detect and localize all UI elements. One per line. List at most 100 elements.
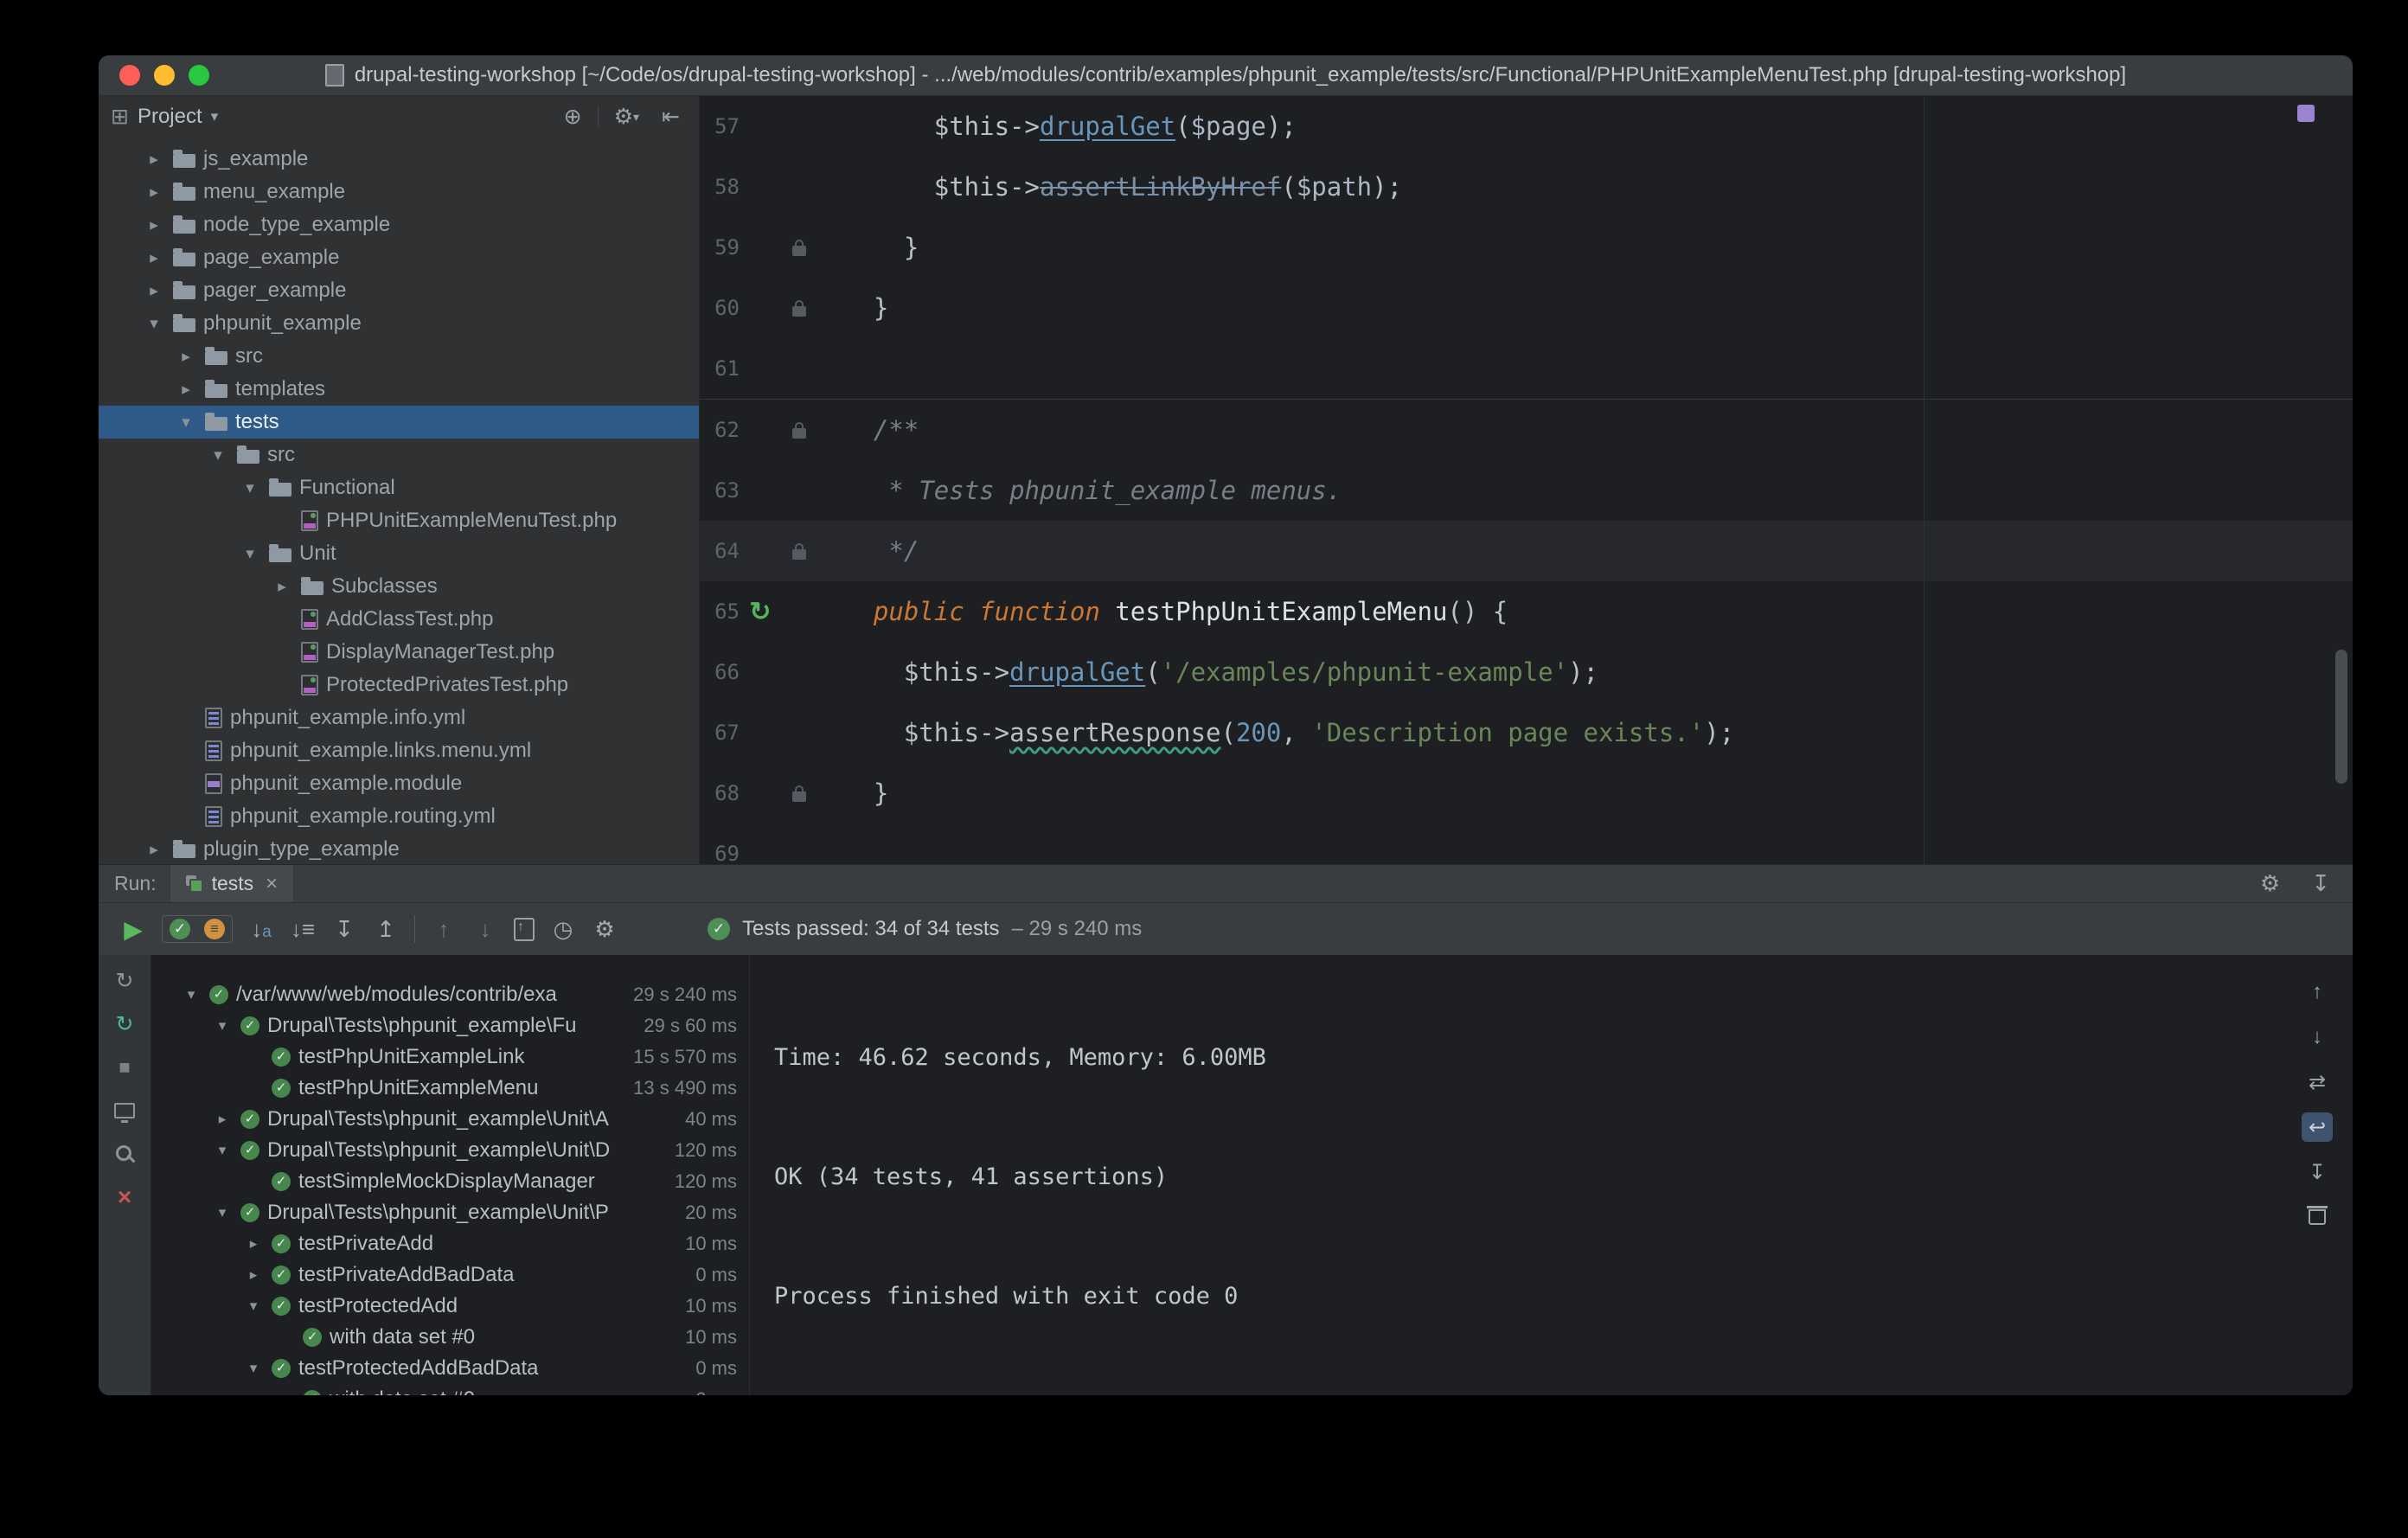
- rerun-tests-button[interactable]: ▶: [120, 915, 146, 944]
- code-line[interactable]: public function testPhpUnitExampleMenu()…: [843, 597, 1508, 626]
- rerun-icon[interactable]: ↻: [116, 969, 134, 993]
- expand-arrow-icon[interactable]: ▾: [175, 413, 197, 433]
- gear-icon[interactable]: ⚙▾: [607, 104, 646, 130]
- fold-slot[interactable]: [778, 421, 821, 439]
- expand-arrow-icon[interactable]: ▾: [212, 1204, 233, 1221]
- rerun-failed-tests-icon[interactable]: ↻: [116, 1012, 134, 1036]
- fold-marker-icon[interactable]: [792, 542, 806, 560]
- project-tree-row[interactable]: ▸ plugin_type_example: [99, 833, 699, 864]
- run-test-icon[interactable]: ↻: [749, 598, 771, 626]
- fold-marker-icon[interactable]: [792, 421, 806, 439]
- show-passed-toggle[interactable]: ✓: [170, 919, 190, 939]
- minimize-window-button[interactable]: [154, 65, 175, 86]
- project-tree-row[interactable]: ▾ tests: [99, 406, 699, 439]
- test-tree-row[interactable]: ▾ ✓ /var/www/web/modules/contrib/exa 29 s 2…: [151, 979, 749, 1010]
- expand-arrow-icon[interactable]: ▸: [143, 840, 165, 860]
- project-tree-row[interactable]: AddClassTest.php: [99, 603, 699, 636]
- expand-arrow-icon[interactable]: ▸: [143, 150, 165, 170]
- expand-arrow-icon[interactable]: ▾: [212, 1142, 233, 1159]
- down-stack-icon[interactable]: ↓: [2302, 1022, 2333, 1052]
- expand-arrow-icon[interactable]: ▸: [175, 347, 197, 367]
- run-tab-tests[interactable]: tests ×: [170, 865, 294, 902]
- test-tree-row[interactable]: ✓ testSimpleMockDisplayManager 120 ms: [151, 1166, 749, 1197]
- pin-tab-icon[interactable]: [114, 1142, 135, 1166]
- expand-arrow-icon[interactable]: ▾: [239, 478, 261, 498]
- project-tree-row[interactable]: ▾ Unit: [99, 537, 699, 570]
- project-tree-row[interactable]: ▸ Subclasses: [99, 570, 699, 603]
- close-run-panel-icon[interactable]: ×: [118, 1183, 131, 1210]
- expand-arrow-icon[interactable]: ▸: [243, 1266, 264, 1284]
- project-tree-row[interactable]: ▸ pager_example: [99, 274, 699, 307]
- fold-slot[interactable]: [778, 542, 821, 560]
- expand-arrow-icon[interactable]: ▸: [143, 215, 165, 235]
- test-tree-row[interactable]: ▾ ✓ Drupal\Tests\phpunit_example\Fu 29 s 60…: [151, 1010, 749, 1041]
- fold-slot[interactable]: [778, 239, 821, 256]
- fold-marker-icon[interactable]: [792, 299, 806, 317]
- editor-scrollbar-thumb[interactable]: [2335, 650, 2347, 784]
- expand-arrow-icon[interactable]: ▾: [243, 1360, 264, 1377]
- hide-run-panel-icon[interactable]: ↧: [2302, 870, 2339, 897]
- close-tab-icon[interactable]: ×: [266, 872, 278, 896]
- expand-all-button[interactable]: ↧: [331, 916, 357, 943]
- expand-arrow-icon[interactable]: ▸: [243, 1235, 264, 1253]
- editor[interactable]: 57 $this->drupalGet($page); 58 $this->ass…: [700, 96, 2353, 864]
- code-line[interactable]: }: [843, 233, 919, 262]
- scroll-to-end-icon[interactable]: ↧: [2302, 1157, 2333, 1187]
- project-tree-row[interactable]: ▾ phpunit_example: [99, 307, 699, 340]
- test-tree-row[interactable]: ✓ with data set #0 10 ms: [151, 1322, 749, 1353]
- expand-arrow-icon[interactable]: ▸: [175, 380, 197, 400]
- project-tree-row[interactable]: ▾ src: [99, 439, 699, 471]
- fold-slot[interactable]: [778, 299, 821, 317]
- test-history-button[interactable]: ◷: [550, 916, 576, 943]
- expand-arrow-icon[interactable]: ▾: [207, 445, 229, 465]
- code-line[interactable]: $this->assertResponse(200, 'Description …: [843, 718, 1734, 747]
- soft-wrap-icon[interactable]: ↩: [2302, 1112, 2333, 1142]
- fold-marker-icon[interactable]: [792, 785, 806, 802]
- test-tree-row[interactable]: ▸ ✓ Drupal\Tests\phpunit_example\Unit\A 40 …: [151, 1104, 749, 1135]
- expand-arrow-icon[interactable]: ▾: [212, 1017, 233, 1035]
- code-line[interactable]: $this->drupalGet($page);: [843, 112, 1297, 141]
- close-window-button[interactable]: [119, 65, 140, 86]
- zoom-window-button[interactable]: [189, 65, 209, 86]
- run-settings-gear-icon[interactable]: ⚙: [2251, 870, 2289, 897]
- project-tree-row[interactable]: ▸ menu_example: [99, 176, 699, 208]
- previous-failed-test-button[interactable]: ↑: [431, 916, 457, 943]
- expand-arrow-icon[interactable]: ▸: [143, 281, 165, 301]
- code-line[interactable]: */: [843, 536, 919, 566]
- expand-arrow-icon[interactable]: ▾: [239, 544, 261, 564]
- code-line[interactable]: $this->drupalGet('/examples/phpunit-exam…: [843, 657, 1598, 687]
- test-tree-row[interactable]: ✓ with data set #0 0 ms: [151, 1384, 749, 1395]
- code-line[interactable]: * Tests phpunit_example menus.: [843, 476, 1342, 505]
- test-tree-row[interactable]: ▾ ✓ Drupal\Tests\phpunit_example\Unit\P 20 …: [151, 1197, 749, 1228]
- run-test-gutter-slot[interactable]: ↻: [743, 597, 778, 627]
- hide-panel-icon[interactable]: ⇤: [655, 104, 687, 130]
- console-output[interactable]: Time: 46.62 seconds, Memory: 6.00MB OK (…: [750, 955, 2353, 1317]
- show-ignored-toggle[interactable]: ≡: [204, 919, 225, 939]
- expand-arrow-icon[interactable]: ▸: [143, 248, 165, 268]
- swap-output-icon[interactable]: ⇄: [2302, 1067, 2333, 1097]
- fold-marker-icon[interactable]: [792, 239, 806, 256]
- test-tree-row[interactable]: ▸ ✓ testPrivateAddBadData 0 ms: [151, 1259, 749, 1291]
- code-line[interactable]: }: [843, 293, 888, 323]
- test-tree-row[interactable]: ▾ ✓ testProtectedAddBadData 0 ms: [151, 1353, 749, 1384]
- fold-slot[interactable]: [778, 785, 821, 802]
- expand-arrow-icon[interactable]: ▸: [212, 1111, 233, 1128]
- toolbar-gear-icon[interactable]: ⚙: [592, 916, 618, 943]
- project-tree-row[interactable]: phpunit_example.module: [99, 767, 699, 800]
- import-test-results-button[interactable]: [514, 917, 535, 941]
- sort-by-duration-button[interactable]: ↓≡: [290, 916, 316, 943]
- error-stripe-mark[interactable]: [2297, 105, 2315, 122]
- test-tree-row[interactable]: ▾ ✓ testProtectedAdd 10 ms: [151, 1291, 749, 1322]
- test-tree-row[interactable]: ✓ testPhpUnitExampleLink 15 s 570 ms: [151, 1041, 749, 1073]
- project-tree-row[interactable]: ▸ node_type_example: [99, 208, 699, 241]
- project-header-title[interactable]: Project: [138, 105, 202, 129]
- test-tree-row[interactable]: ✓ testPhpUnitExampleMenu 13 s 490 ms: [151, 1073, 749, 1104]
- code-line[interactable]: }: [843, 779, 888, 808]
- collapse-all-button[interactable]: ↥: [373, 916, 399, 943]
- project-tree-row[interactable]: ▸ page_example: [99, 241, 699, 274]
- project-tree-row[interactable]: ▾ Functional: [99, 471, 699, 504]
- project-tree-row[interactable]: DisplayManagerTest.php: [99, 636, 699, 669]
- code-line[interactable]: $this->assertLinkByHref($path);: [843, 172, 1402, 202]
- sort-alphabetically-button[interactable]: ↓a: [248, 916, 274, 943]
- expand-arrow-icon[interactable]: ▾: [181, 986, 202, 1003]
